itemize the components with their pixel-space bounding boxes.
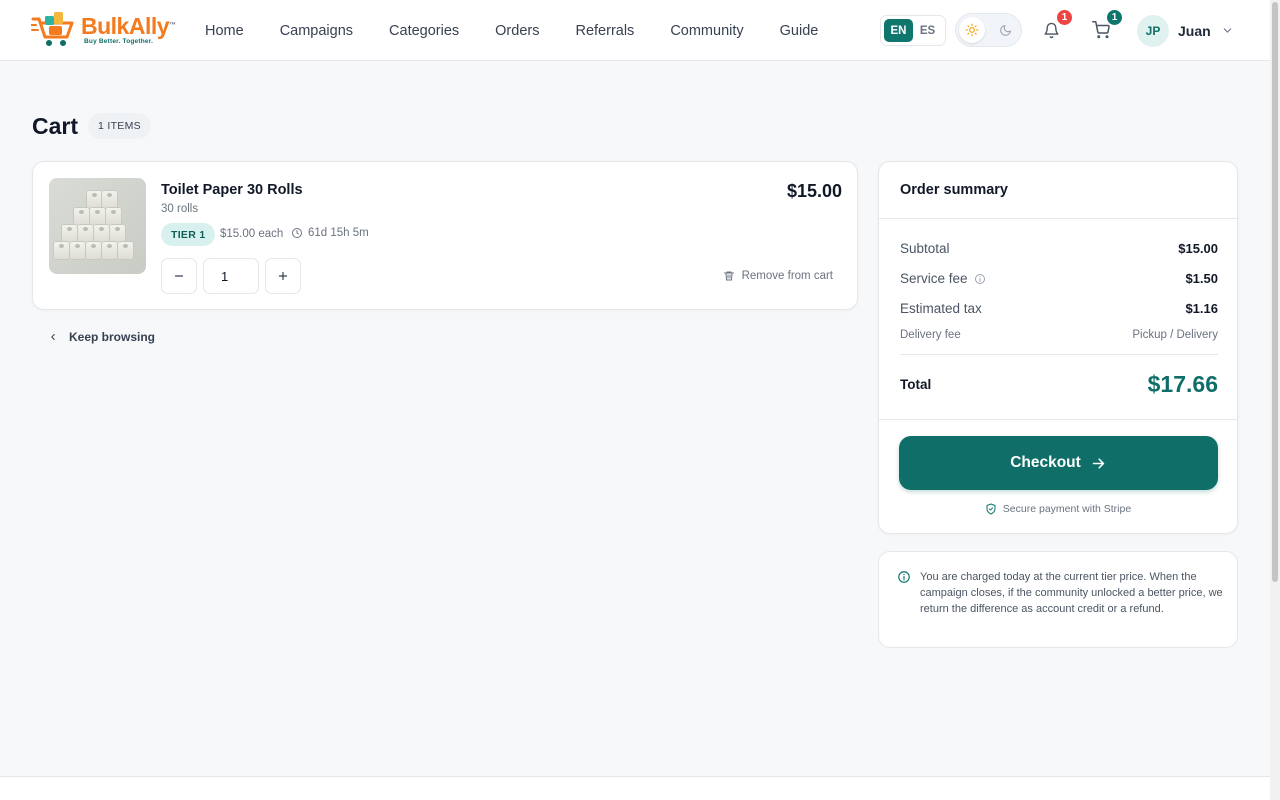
chevron-down-icon: [1223, 28, 1231, 33]
notifications-count-badge: 1: [1055, 8, 1074, 27]
increase-quantity-button[interactable]: [265, 258, 301, 294]
total-value: $17.66: [1147, 371, 1218, 397]
nav-community[interactable]: Community: [670, 21, 743, 41]
total-label: Total: [900, 377, 932, 392]
subtotal-value: $15.00: [1178, 241, 1218, 256]
arrow-right-icon: [1092, 457, 1105, 469]
subtotal-label: Subtotal: [900, 241, 950, 256]
service-fee-value: $1.50: [1185, 271, 1218, 286]
nav-home[interactable]: Home: [205, 21, 244, 41]
order-summary-title: Order summary: [900, 182, 1008, 198]
cart-button[interactable]: 1: [1089, 8, 1124, 42]
divider: [879, 419, 1237, 420]
tax-value: $1.16: [1185, 301, 1218, 316]
moon-icon: [999, 24, 1011, 36]
nav-categories[interactable]: Categories: [389, 21, 459, 41]
dark-theme-button[interactable]: [992, 17, 1018, 43]
minus-icon: [174, 275, 184, 277]
items-count-badge: 1 ITEMS: [88, 113, 151, 139]
lang-en-button[interactable]: EN: [884, 19, 913, 42]
checkout-label: Checkout: [1010, 454, 1081, 471]
shield-check-icon: [986, 503, 996, 515]
chevron-left-icon: [51, 334, 55, 340]
user-menu[interactable]: JP Juan: [1137, 14, 1234, 47]
secure-payment-label: Secure payment with Stripe: [1002, 503, 1132, 515]
order-summary-card: Order summary Subtotal $15.00 Service fe…: [878, 161, 1238, 534]
keep-browsing-label: Keep browsing: [69, 330, 156, 344]
line-total-price: $15.00: [786, 181, 842, 201]
info-icon: [898, 571, 910, 583]
logo-tagline: Buy Better. Together.: [84, 38, 154, 45]
tier-pricing-info-card: You are charged today at the current tie…: [878, 551, 1238, 648]
divider: [900, 354, 1218, 355]
tier-pricing-info-text: You are charged today at the current tie…: [920, 571, 1223, 615]
light-theme-button[interactable]: [959, 17, 985, 43]
avatar: JP: [1137, 14, 1169, 47]
nav-referrals[interactable]: Referrals: [575, 21, 634, 41]
cart-logo-icon: [31, 12, 74, 46]
page-scrollbar[interactable]: [1270, 0, 1280, 800]
total-row: Total $17.66: [900, 371, 1218, 398]
cart-item-card: Toilet Paper 30 Rolls 30 rolls TIER 1 $1…: [32, 161, 858, 310]
notifications-button[interactable]: 1: [1039, 8, 1074, 42]
nav-orders[interactable]: Orders: [495, 21, 539, 41]
scrollbar-thumb[interactable]: [1272, 2, 1278, 582]
logo-wordmark: BulkAlly™: [81, 13, 176, 39]
product-subtitle: 30 rolls: [161, 203, 199, 215]
keep-browsing-link[interactable]: Keep browsing: [48, 330, 155, 344]
quantity-input[interactable]: 1: [203, 258, 259, 294]
cart-count-badge: 1: [1105, 8, 1124, 27]
trash-icon: [723, 271, 734, 281]
main-nav: Home Campaigns Categories Orders Referra…: [205, 21, 854, 41]
sun-icon: [965, 23, 979, 37]
nav-campaigns[interactable]: Campaigns: [280, 21, 353, 41]
delivery-row: Delivery fee Pickup / Delivery: [900, 329, 1218, 341]
language-switcher: EN ES: [880, 15, 946, 46]
lang-es-button[interactable]: ES: [913, 19, 942, 42]
page-footer: [0, 777, 1270, 800]
tier-badge: TIER 1: [161, 223, 216, 246]
tax-row: Estimated tax $1.16: [900, 301, 1218, 316]
service-fee-row: Service fee $1.50: [900, 271, 1218, 286]
theme-toggle: [955, 13, 1022, 47]
clock-icon: [292, 228, 302, 238]
remove-from-cart-button[interactable]: Remove from cart: [723, 270, 833, 282]
secure-payment-note: Secure payment with Stripe: [879, 503, 1237, 515]
decrease-quantity-button[interactable]: [161, 258, 197, 294]
divider: [879, 218, 1237, 219]
delivery-value: Pickup / Delivery: [1132, 329, 1218, 341]
plus-icon: [278, 271, 288, 281]
top-header: BulkAlly™ Buy Better. Together. Home Cam…: [0, 0, 1270, 61]
nav-guide[interactable]: Guide: [780, 21, 819, 41]
user-name: Juan: [1178, 22, 1211, 39]
info-icon[interactable]: [974, 273, 986, 285]
campaign-timer: 61d 15h 5m: [291, 227, 369, 239]
service-fee-label: Service fee: [900, 271, 986, 286]
product-name[interactable]: Toilet Paper 30 Rolls: [161, 182, 303, 198]
product-image[interactable]: [49, 178, 146, 274]
bulkally-logo[interactable]: BulkAlly™ Buy Better. Together.: [31, 11, 179, 49]
delivery-label: Delivery fee: [900, 329, 961, 341]
page-title: Cart: [32, 113, 79, 139]
subtotal-row: Subtotal $15.00: [900, 241, 1218, 256]
time-remaining: 61d 15h 5m: [308, 227, 369, 239]
tax-label: Estimated tax: [900, 301, 982, 316]
checkout-button[interactable]: Checkout: [899, 436, 1218, 490]
unit-price: $15.00 each: [220, 228, 284, 240]
remove-label: Remove from cart: [741, 270, 833, 282]
